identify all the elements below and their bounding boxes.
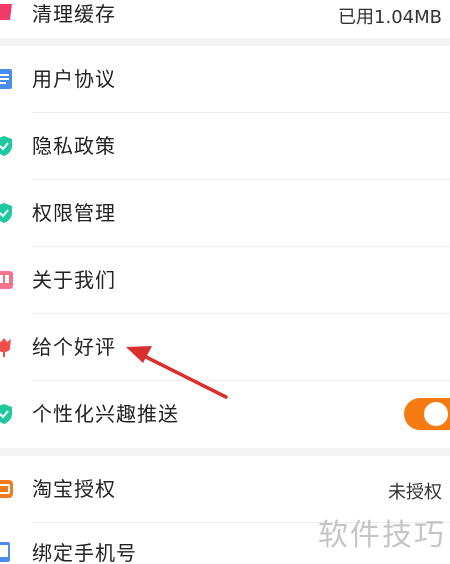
settings-page: 清理缓存 已用1.04MB 用户协议 隐私政策 权限管理 关于我们 给个好评 个… bbox=[0, 0, 450, 564]
watermark: 软件技巧 bbox=[318, 518, 446, 553]
annotation-arrow bbox=[126, 346, 228, 399]
